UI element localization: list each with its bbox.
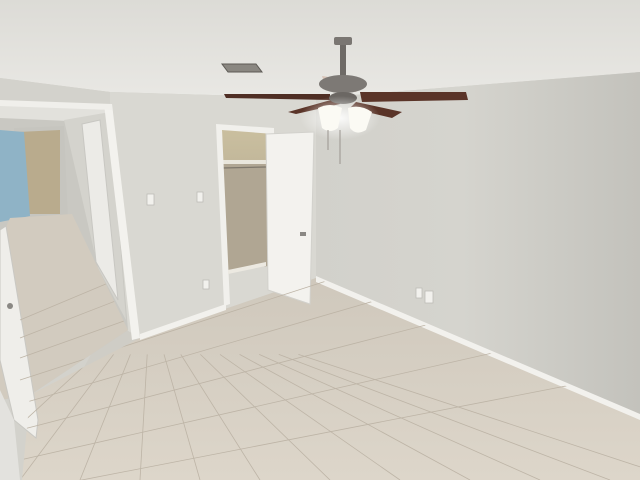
- outlet-back: [202, 279, 210, 290]
- ceiling-vent: [221, 63, 263, 73]
- door-knob-left: [7, 303, 13, 309]
- closet-switch: [196, 191, 204, 203]
- room-photo: [0, 0, 640, 480]
- closet-shelf: [222, 160, 268, 164]
- fan-motor: [319, 75, 367, 93]
- closet-door-knob: [300, 232, 306, 236]
- closet-back-shadow: [222, 160, 268, 270]
- fan-downrod: [340, 40, 346, 76]
- light-switch: [146, 193, 155, 206]
- fan-canopy: [334, 37, 352, 45]
- outlet-right-2: [424, 290, 434, 304]
- closet-door: [265, 131, 315, 305]
- outlet-right-1: [415, 287, 423, 299]
